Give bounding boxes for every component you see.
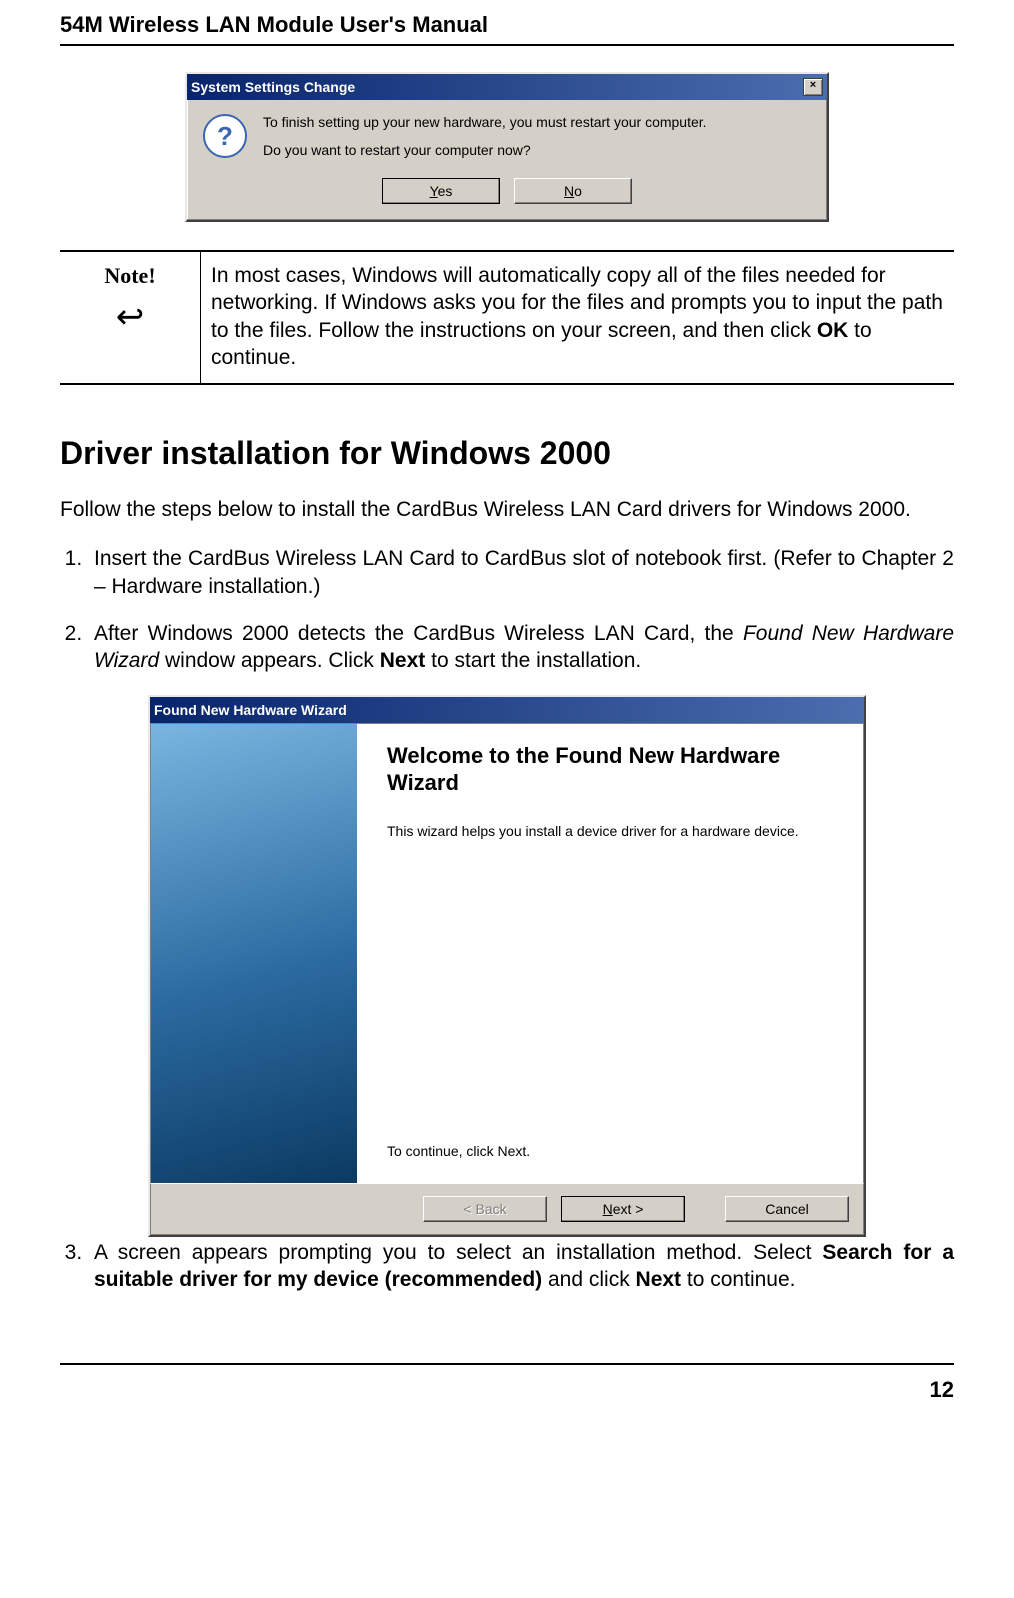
dialog1-message: To finish setting up your new hardware, … [263, 114, 707, 170]
step-2: After Windows 2000 detects the CardBus W… [88, 620, 954, 675]
step-3: A screen appears prompting you to select… [88, 1239, 954, 1294]
wizard-heading: Welcome to the Found New Hardware Wizard [387, 742, 837, 797]
wizard-side-graphic [151, 724, 357, 1183]
wizard-body-2: To continue, click Next. [387, 1143, 837, 1159]
note-text: In most cases, Windows will automaticall… [201, 251, 955, 384]
close-icon[interactable]: × [803, 78, 823, 96]
return-arrow-icon: ↩ [116, 295, 145, 339]
steps-list-continued: A screen appears prompting you to select… [60, 1239, 954, 1294]
dialog1-line2: Do you want to restart your computer now… [263, 142, 707, 158]
note-label: Note! [70, 262, 190, 291]
question-icon: ? [203, 114, 247, 158]
system-settings-change-dialog: System Settings Change × ? To finish set… [185, 72, 829, 222]
cancel-button[interactable]: Cancel [725, 1196, 849, 1222]
running-head: 54M Wireless LAN Module User's Manual [60, 12, 954, 46]
steps-list: Insert the CardBus Wireless LAN Card to … [60, 545, 954, 674]
yes-button[interactable]: Yes [382, 178, 500, 204]
page-number: 12 [930, 1377, 954, 1402]
step-1: Insert the CardBus Wireless LAN Card to … [88, 545, 954, 600]
page-footer: 12 [60, 1363, 954, 1403]
wizard-body-1: This wizard helps you install a device d… [387, 823, 837, 839]
dialog2-titlebar: Found New Hardware Wizard [150, 697, 864, 723]
next-button[interactable]: Next > [561, 1196, 685, 1222]
no-button[interactable]: No [514, 178, 632, 204]
back-button: < Back [423, 1196, 547, 1222]
dialog1-title-text: System Settings Change [191, 79, 355, 95]
section-heading: Driver installation for Windows 2000 [60, 435, 954, 472]
dialog2-title-text: Found New Hardware Wizard [154, 702, 347, 718]
note-box: Note! ↩ In most cases, Windows will auto… [60, 250, 954, 385]
dialog1-line1: To finish setting up your new hardware, … [263, 114, 707, 130]
section-intro: Follow the steps below to install the Ca… [60, 496, 954, 523]
dialog1-titlebar: System Settings Change × [187, 74, 827, 100]
found-new-hardware-wizard-dialog: Found New Hardware Wizard Welcome to the… [148, 695, 866, 1237]
